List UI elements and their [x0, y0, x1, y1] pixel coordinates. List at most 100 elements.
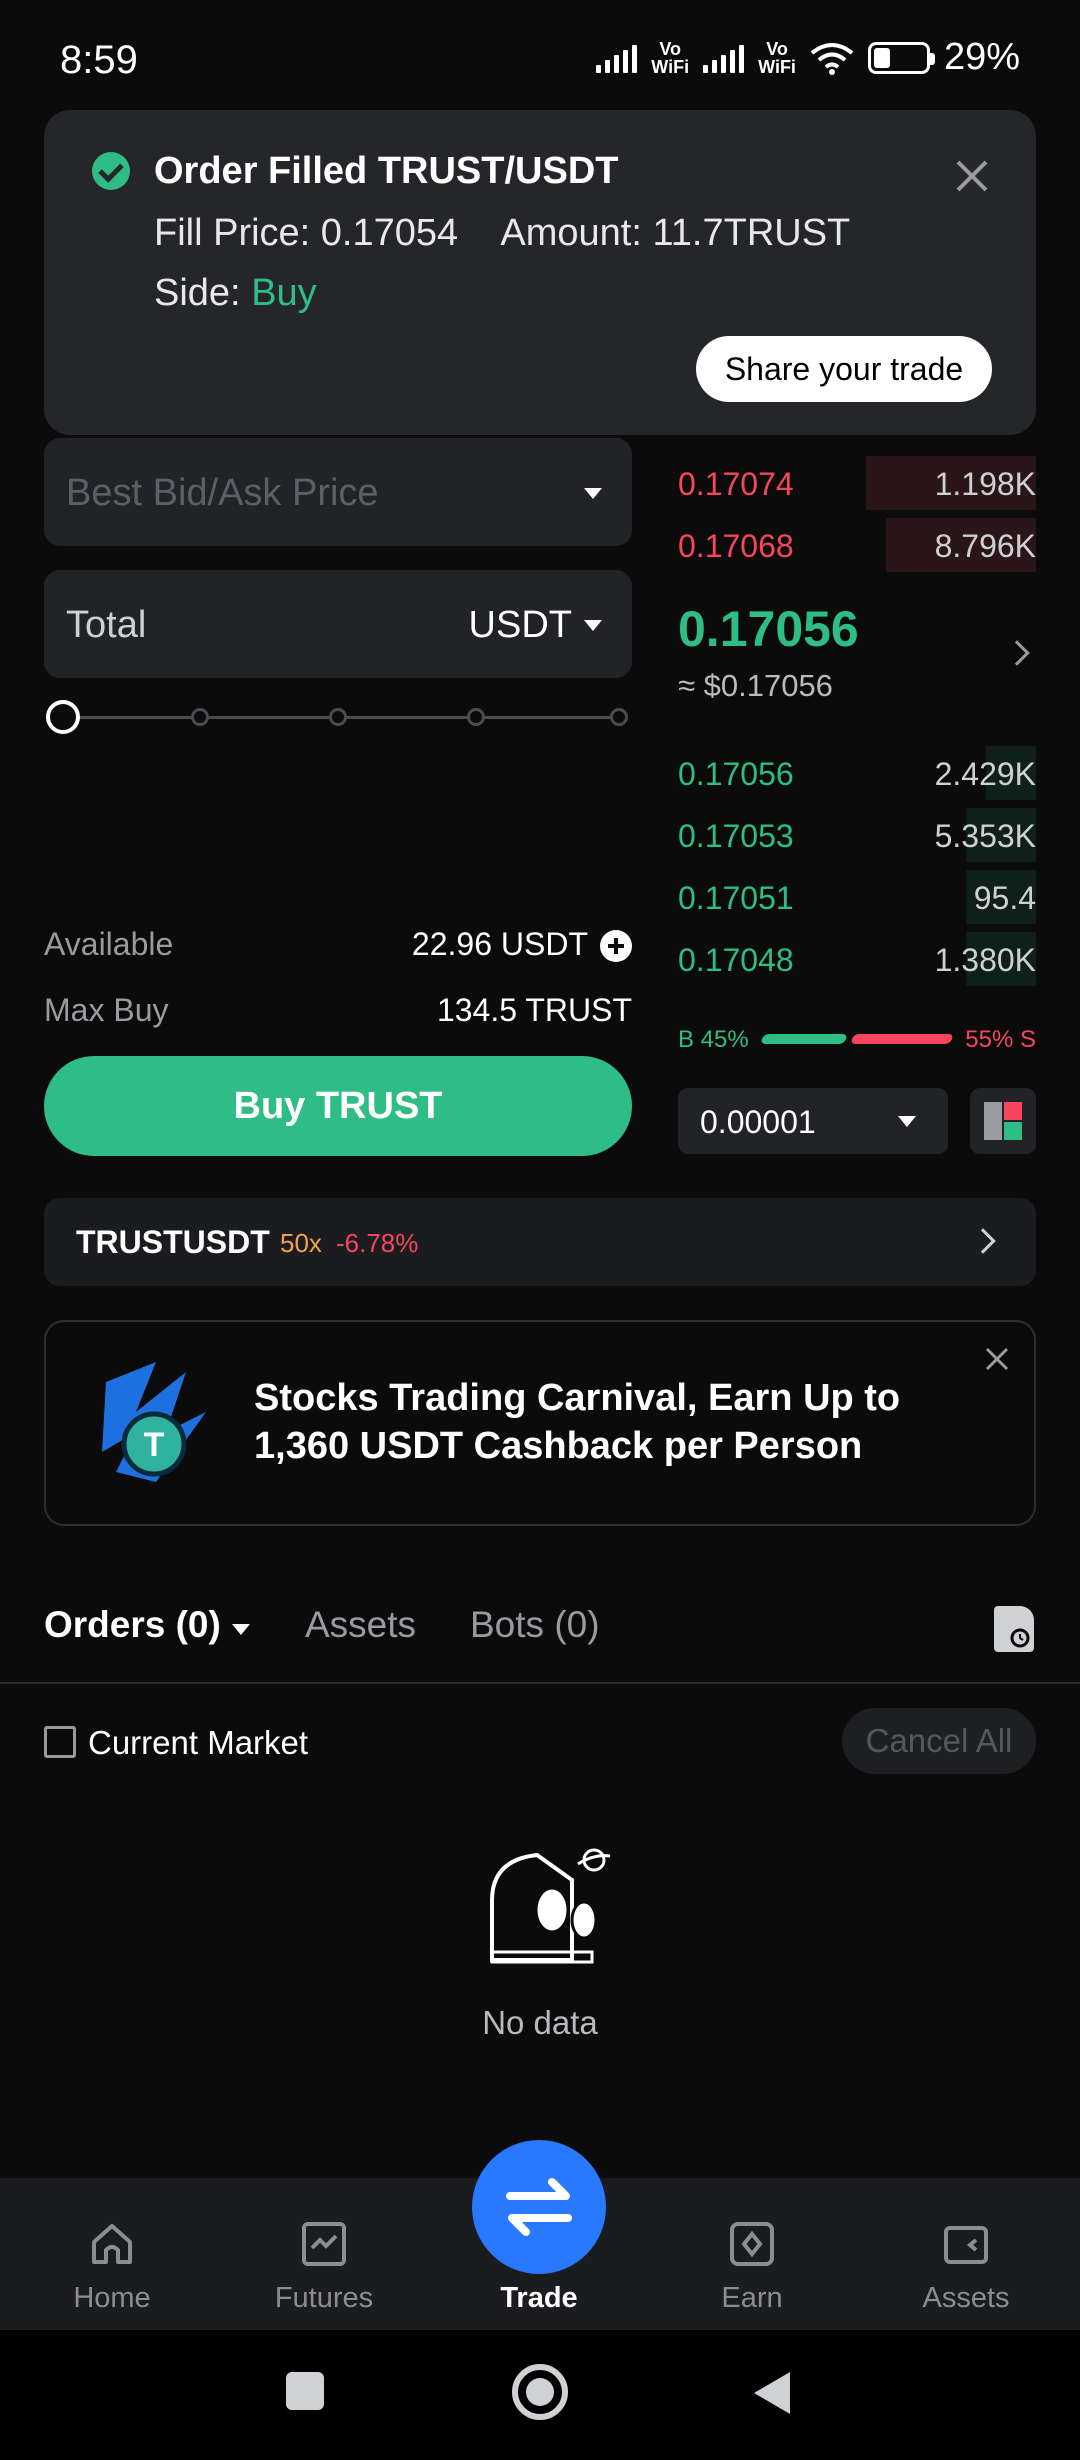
- nav-futures-label: Futures: [274, 2282, 374, 2314]
- notification-fill-info: Fill Price: 0.17054 Amount: 11.7TRUST: [154, 212, 850, 255]
- orderbook-ask-row[interactable]: 0.17074 1.198K: [678, 456, 1036, 510]
- ticker-symbol: TRUSTUSDT: [76, 1224, 270, 1260]
- last-price: 0.17056: [678, 601, 859, 657]
- total-input[interactable]: Total USDT: [44, 570, 632, 678]
- empty-state-telescope-icon: [490, 1848, 611, 1964]
- bid-price: 0.17056: [678, 756, 794, 792]
- nav-assets-label: Assets: [922, 2282, 1010, 2314]
- ask-qty: 1.198K: [934, 466, 1036, 502]
- status-icons: Vo WiFi Vo WiFi 29%: [596, 36, 1020, 79]
- ask-price: 0.17074: [678, 466, 794, 502]
- slider-step-100[interactable]: [610, 708, 628, 726]
- nav-earn-label: Earn: [721, 2282, 783, 2314]
- maxbuy-label: Max Buy: [44, 992, 169, 1028]
- battery-icon: [867, 41, 935, 74]
- side-label: Side:: [154, 272, 241, 314]
- tab-orders[interactable]: Orders (0): [44, 1604, 221, 1646]
- orderbook-bid-row[interactable]: 0.17048 1.380K: [678, 932, 1036, 986]
- cancel-all-button[interactable]: Cancel All: [842, 1708, 1036, 1774]
- chevron-down-icon[interactable]: [232, 1624, 250, 1635]
- fill-amount: Amount: 11.7TRUST: [500, 212, 851, 254]
- buy-ratio: B 45%: [678, 1026, 749, 1053]
- nav-earn[interactable]: Earn: [662, 2178, 842, 2330]
- buy-ratio-bar: [760, 1034, 848, 1044]
- earn-icon: [730, 2222, 774, 2266]
- add-funds-icon[interactable]: [600, 930, 632, 962]
- maxbuy-value: 134.5 TRUST: [436, 992, 632, 1028]
- vowifi-label-2: Vo WiFi: [758, 38, 796, 77]
- buy-button[interactable]: Buy TRUST: [44, 1056, 632, 1156]
- amount-slider-handle[interactable]: [46, 700, 80, 734]
- sell-ratio-bar: [850, 1034, 954, 1044]
- tabs-divider: [0, 1682, 1080, 1684]
- bid-qty: 2.429K: [934, 756, 1036, 792]
- nav-home[interactable]: Home: [22, 2178, 202, 2330]
- notification-title: Order Filled TRUST/USDT: [154, 150, 619, 192]
- ticker-change: -6.78%: [336, 1228, 419, 1258]
- bid-price: 0.17048: [678, 942, 794, 978]
- promo-banner[interactable]: T Stocks Trading Carnival, Earn Up to 1,…: [44, 1320, 1036, 1526]
- orderbook-ask-row[interactable]: 0.17068 8.796K: [678, 518, 1036, 572]
- home-button[interactable]: [512, 2364, 568, 2420]
- slider-step-50[interactable]: [329, 708, 347, 726]
- vowifi-label: Vo WiFi: [651, 38, 690, 77]
- back-button[interactable]: [752, 2370, 792, 2416]
- precision-select[interactable]: 0.00001: [678, 1088, 948, 1154]
- sell-ratio: 55% S: [965, 1026, 1036, 1053]
- chevron-right-icon: [970, 1228, 996, 1254]
- fill-price: Fill Price: 0.17054: [154, 212, 459, 254]
- signal-icon: [596, 43, 638, 73]
- nav-home-label: Home: [73, 2282, 151, 2314]
- tab-bots[interactable]: Bots (0): [470, 1604, 600, 1646]
- wifi-icon: [810, 42, 854, 75]
- ticker-bar[interactable]: TRUSTUSDT 50x -6.78%: [44, 1198, 1036, 1286]
- precision-value: 0.00001: [700, 1104, 816, 1140]
- orderbook-layout-button[interactable]: [970, 1088, 1036, 1154]
- bid-qty: 1.380K: [934, 942, 1036, 978]
- tab-assets[interactable]: Assets: [305, 1604, 416, 1646]
- svg-text:T: T: [144, 1426, 165, 1464]
- chevron-down-icon: [898, 1116, 916, 1127]
- orderbook-bid-row[interactable]: 0.17051 95.4: [678, 870, 1036, 924]
- bid-qty: 95.4: [973, 880, 1036, 916]
- close-icon[interactable]: [982, 1344, 1012, 1374]
- available-value: 22.96 USDT: [411, 926, 588, 962]
- battery-percent: 29%: [943, 36, 1020, 78]
- price-type-select[interactable]: Best Bid/Ask Price: [44, 438, 632, 546]
- bid-price: 0.17053: [678, 818, 794, 854]
- total-unit-select[interactable]: USDT: [469, 604, 572, 647]
- bid-price: 0.17051: [678, 880, 794, 916]
- chevron-down-icon: [584, 620, 602, 631]
- ask-price: 0.17068: [678, 528, 794, 564]
- nav-assets[interactable]: Assets: [876, 2178, 1056, 2330]
- orderbook-bid-row[interactable]: 0.17056 2.429K: [678, 746, 1036, 800]
- nav-futures[interactable]: Futures: [234, 2178, 414, 2330]
- usdt-promo-logo-icon: T: [102, 1362, 206, 1482]
- empty-state-text: No data: [482, 2004, 598, 2041]
- current-market-checkbox[interactable]: [44, 1726, 76, 1758]
- promo-text: Stocks Trading Carnival, Earn Up to 1,36…: [254, 1377, 901, 1467]
- trade-fab-button[interactable]: [472, 2140, 606, 2274]
- current-market-label[interactable]: Current Market: [88, 1724, 308, 1762]
- price-placeholder: Best Bid/Ask Price: [66, 472, 379, 514]
- order-history-icon[interactable]: [994, 1606, 1034, 1652]
- system-nav-bar: [0, 2330, 1080, 2460]
- close-icon[interactable]: [952, 156, 992, 196]
- status-time: 8:59: [60, 38, 138, 82]
- slider-step-25[interactable]: [191, 708, 209, 726]
- signal-icon-2: [703, 43, 745, 73]
- recents-button[interactable]: [286, 2372, 324, 2410]
- bid-qty: 5.353K: [934, 818, 1036, 854]
- notification-side: Side: Buy: [154, 272, 317, 315]
- orderbook-bid-row[interactable]: 0.17053 5.353K: [678, 808, 1036, 862]
- chevron-right-icon[interactable]: [1004, 640, 1030, 666]
- side-value: Buy: [251, 272, 317, 314]
- wallet-icon: [944, 2226, 988, 2264]
- ask-qty: 8.796K: [934, 528, 1036, 564]
- share-trade-button[interactable]: Share your trade: [696, 336, 992, 402]
- slider-step-75[interactable]: [467, 708, 485, 726]
- swap-arrows-icon: [506, 2178, 572, 2236]
- ticker-leverage: 50x: [280, 1228, 322, 1258]
- last-price-usd: ≈ $0.17056: [678, 668, 833, 703]
- total-label: Total: [66, 604, 147, 646]
